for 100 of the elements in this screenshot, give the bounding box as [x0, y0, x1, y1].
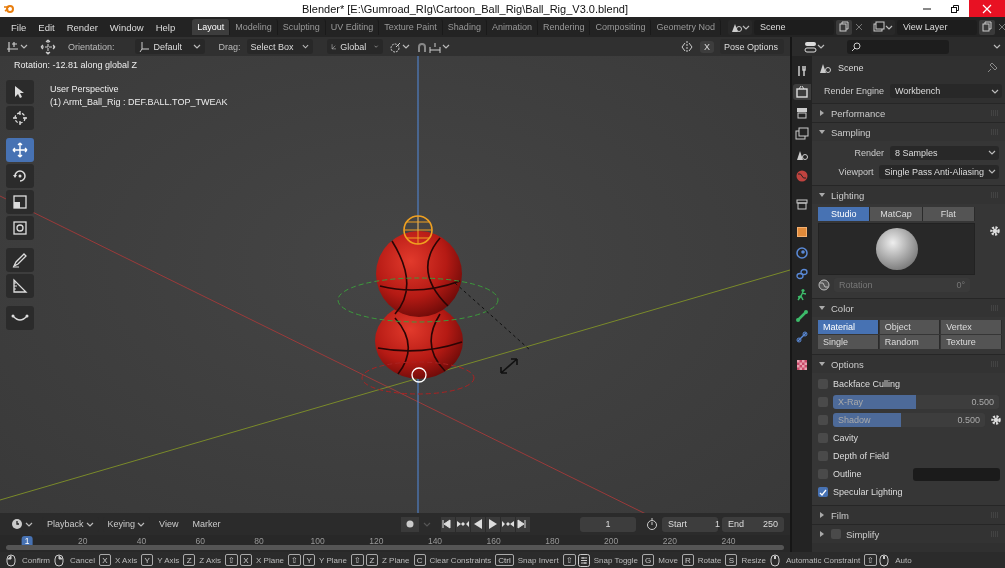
outline-color-swatch[interactable]	[913, 467, 1000, 481]
stopwatch-icon[interactable]	[646, 518, 658, 530]
workspace-tab[interactable]: Geometry Nod	[651, 19, 721, 35]
current-frame-field[interactable]: 1	[580, 516, 636, 532]
play-reverse-button[interactable]	[471, 516, 486, 532]
panel-header[interactable]: Sampling	[812, 122, 1005, 141]
prev-keyframe-button[interactable]	[456, 516, 471, 532]
panel-header[interactable]: Simplify	[812, 524, 1005, 543]
pin-icon[interactable]	[985, 61, 999, 75]
rotate-tool[interactable]	[6, 164, 34, 188]
color-option[interactable]: Material	[818, 320, 879, 334]
orientation-dropdown[interactable]: Default	[134, 39, 205, 54]
color-option[interactable]: Object	[879, 320, 941, 334]
jump-end-button[interactable]	[516, 516, 531, 532]
render-engine-dropdown[interactable]: Workbench	[890, 84, 1002, 98]
collapsed-triangle-icon	[818, 511, 826, 519]
segment-option[interactable]: Studio	[818, 207, 871, 221]
drag-dropdown[interactable]: Select Box	[246, 39, 313, 54]
annotate-tool[interactable]	[6, 248, 34, 272]
menu-item[interactable]: File	[6, 21, 32, 33]
workspace-tab[interactable]: Modeling	[230, 19, 278, 35]
play-button[interactable]	[486, 516, 501, 532]
workspace-tab[interactable]: UV Editing	[325, 19, 380, 35]
frame-number: 220	[661, 536, 678, 546]
key-cap: X	[98, 554, 111, 566]
next-keyframe-button[interactable]	[501, 516, 516, 532]
move-tool[interactable]	[6, 138, 34, 162]
timeline-menu[interactable]: Marker	[187, 518, 226, 530]
scene-selector[interactable]	[728, 19, 752, 35]
view-layer-field[interactable]: View Layer	[897, 19, 977, 35]
menu-item[interactable]: Help	[150, 21, 181, 33]
checkbox[interactable]	[818, 487, 828, 497]
bone-constraint-tab[interactable]	[793, 329, 811, 345]
physics-tab[interactable]	[793, 245, 811, 261]
globe-icon[interactable]	[818, 279, 830, 291]
search-field[interactable]	[847, 39, 949, 54]
scale-tool[interactable]	[6, 190, 34, 214]
end-frame-field[interactable]: End 250	[722, 516, 784, 532]
timeline-scrollbar[interactable]	[6, 545, 784, 550]
pivot-selector[interactable]	[388, 40, 410, 53]
segment-option[interactable]: MatCap	[870, 207, 923, 221]
move-arrows-icon[interactable]	[40, 38, 56, 55]
setting-dropdown[interactable]: Single Pass Anti-Aliasing	[879, 164, 999, 179]
select-box-tool[interactable]	[6, 80, 34, 104]
color-option[interactable]: Single	[818, 335, 879, 349]
workspace-tab[interactable]: Compositing	[590, 19, 652, 35]
settings-icon[interactable]	[990, 414, 1002, 426]
segment-option[interactable]: Flat	[922, 207, 975, 221]
bone-tab[interactable]	[793, 308, 811, 324]
constraint-tab[interactable]	[793, 266, 811, 282]
search-icon	[851, 41, 861, 52]
settings-icon[interactable]	[989, 225, 1001, 237]
caret-icon	[301, 43, 309, 50]
image-stack-selector[interactable]	[871, 19, 895, 35]
caret-icon[interactable]	[993, 43, 1001, 50]
view-layer-tab[interactable]	[793, 126, 811, 142]
remove-icon[interactable]	[997, 22, 1005, 32]
transform-orientation-dropdown[interactable]: Global	[326, 39, 383, 54]
panel-header[interactable]: Options	[812, 354, 1005, 373]
close-button[interactable]	[969, 0, 1005, 17]
start-frame-field[interactable]: Start 1	[662, 516, 718, 532]
collapsed-triangle-icon	[818, 109, 826, 117]
workspace-tab[interactable]: Layout	[192, 19, 231, 35]
color-option[interactable]: Vertex	[941, 320, 1002, 334]
remove-icon[interactable]	[854, 22, 864, 32]
pose-options-dropdown[interactable]: Pose Options	[720, 39, 784, 54]
workspace-tab[interactable]: Rendering	[537, 19, 591, 35]
timeline-menu[interactable]: View	[154, 518, 184, 530]
mirror-x-toggle[interactable]: X	[700, 40, 714, 53]
jump-start-button[interactable]	[441, 516, 456, 532]
scene-field[interactable]: Scene	[754, 19, 834, 35]
mirror-icon[interactable]	[680, 39, 694, 54]
new-button[interactable]	[979, 19, 995, 35]
snap-selector[interactable]	[415, 40, 450, 53]
menu-item[interactable]: Window	[104, 21, 149, 33]
cursor-tool[interactable]	[6, 106, 34, 130]
render-tab[interactable]	[793, 84, 811, 100]
workspace-tab[interactable]: Sculpting	[277, 19, 326, 35]
editor-type-selector[interactable]	[6, 40, 28, 53]
menu-item[interactable]: Edit	[33, 21, 60, 33]
menu-item[interactable]: Render	[61, 21, 103, 33]
drag-label: Drag:	[218, 41, 241, 52]
workspace-tab[interactable]: Animation	[486, 19, 538, 35]
measure-tool[interactable]	[6, 274, 34, 298]
bend-tool[interactable]	[6, 306, 34, 330]
new-button[interactable]	[836, 19, 852, 35]
setting-dropdown[interactable]: 8 Samples	[890, 145, 999, 160]
color-option[interactable]: Texture	[941, 335, 1002, 349]
value-slider[interactable]: Shadow 0.500	[833, 413, 985, 427]
color-option[interactable]: Random	[879, 335, 941, 349]
value-slider[interactable]: X-Ray 0.500	[833, 395, 999, 409]
shortcut-label: Automatic Constraint	[785, 555, 861, 565]
panel-header[interactable]: Lighting	[812, 185, 1005, 204]
record-button[interactable]	[401, 516, 420, 532]
collection-tab[interactable]	[793, 196, 811, 212]
object-icon	[795, 225, 809, 239]
editor-type-selector[interactable]	[804, 40, 825, 53]
workspace-tab[interactable]: Shading	[442, 19, 487, 35]
workspace-tab[interactable]: Texture Paint	[379, 19, 443, 35]
transform-tool[interactable]	[6, 216, 34, 240]
